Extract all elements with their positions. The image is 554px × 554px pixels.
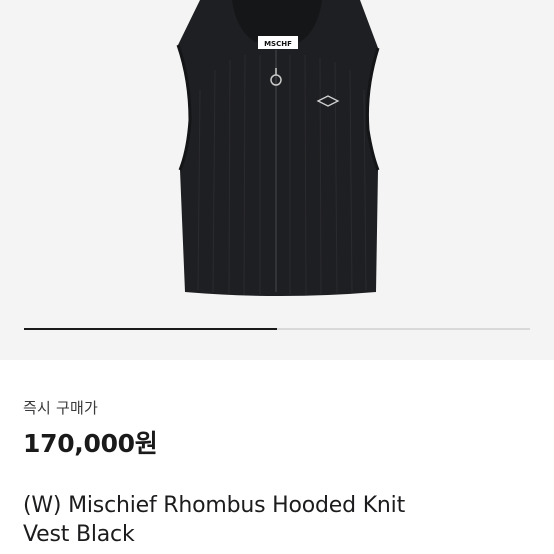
product-image[interactable]: MSCHF xyxy=(0,0,554,320)
product-title-line-2: Vest Black xyxy=(23,522,135,547)
instant-buy-price: 170,000원 xyxy=(23,429,158,458)
image-carousel-progress xyxy=(24,328,530,330)
brand-label-text: MSCHF xyxy=(264,40,292,48)
product-title: (W) Mischief Rhombus Hooded Knit Vest Bl… xyxy=(23,491,533,549)
product-image-area[interactable]: MSCHF xyxy=(0,0,554,360)
product-title-line-1: (W) Mischief Rhombus Hooded Knit xyxy=(23,493,406,518)
image-carousel-progress-fill xyxy=(24,328,277,330)
instant-buy-label: 즉시 구매가 xyxy=(23,399,98,417)
